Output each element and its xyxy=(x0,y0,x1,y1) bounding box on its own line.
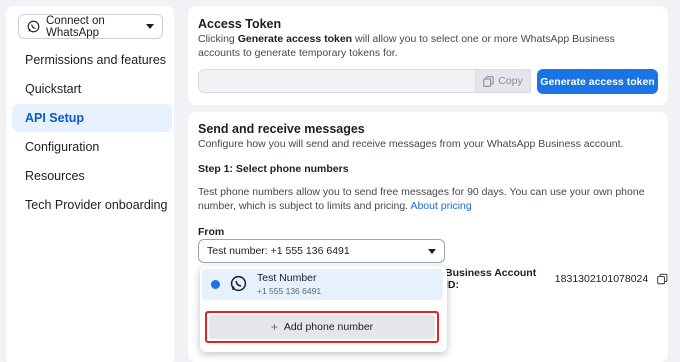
copy-icon xyxy=(483,75,494,87)
about-pricing-link[interactable]: About pricing xyxy=(410,200,471,212)
phone-option-number: +1 555 136 6491 xyxy=(257,286,322,296)
radio-selected-icon xyxy=(211,280,220,289)
business-account-id: Business Account ID: 1831302101078024 xyxy=(445,267,668,291)
copy-label: Copy xyxy=(498,75,523,87)
from-phone-select[interactable]: Test number: +1 555 136 6491 xyxy=(198,239,445,263)
whatsapp-icon xyxy=(230,275,247,292)
add-phone-number-button[interactable]: + Add phone number xyxy=(209,315,435,339)
sidebar-item-quickstart[interactable]: Quickstart xyxy=(12,75,172,103)
connect-whatsapp-select[interactable]: Connect on WhatsApp xyxy=(18,14,163,39)
access-token-description: Clicking Generate access token will allo… xyxy=(198,32,653,60)
sidebar-item-resources[interactable]: Resources xyxy=(12,162,172,190)
caret-down-icon xyxy=(146,24,154,29)
access-token-desc-bold: Generate access token xyxy=(237,33,353,45)
copy-button[interactable]: Copy xyxy=(475,69,531,93)
access-token-desc-prefix: Clicking xyxy=(198,33,238,45)
sidebar: Connect on WhatsApp Permissions and feat… xyxy=(6,6,174,362)
send-receive-description: Configure how you will send and receive … xyxy=(198,138,624,150)
generate-access-token-button[interactable]: Generate access token xyxy=(537,69,658,94)
business-account-id-value: 1831302101078024 xyxy=(554,273,649,285)
sidebar-item-tech-provider[interactable]: Tech Provider onboarding xyxy=(12,191,172,219)
from-phone-value: Test number: +1 555 136 6491 xyxy=(207,245,350,257)
phone-option-test-number[interactable]: Test Number +1 555 136 6491 xyxy=(202,269,443,300)
phone-dropdown-menu: Test Number +1 555 136 6491 + Add phone … xyxy=(200,266,447,352)
sidebar-item-permissions[interactable]: Permissions and features xyxy=(12,46,172,74)
add-phone-number-label: Add phone number xyxy=(283,321,374,333)
sidebar-item-api-setup[interactable]: API Setup xyxy=(12,104,172,132)
access-token-title: Access Token xyxy=(198,17,282,31)
phone-option-name: Test Number xyxy=(257,272,317,284)
whatsapp-icon xyxy=(27,20,40,33)
test-numbers-info: Test phone numbers allow you to send fre… xyxy=(198,185,663,213)
send-receive-card: Send and receive messages Configure how … xyxy=(188,112,668,362)
add-phone-number-highlight: + Add phone number xyxy=(205,311,439,343)
business-account-id-label: Business Account ID: xyxy=(445,267,537,291)
access-token-card: Access Token Clicking Generate access to… xyxy=(188,6,668,105)
connect-whatsapp-label: Connect on WhatsApp xyxy=(46,14,105,39)
copy-icon[interactable] xyxy=(657,273,668,285)
sidebar-nav: Permissions and features Quickstart API … xyxy=(12,46,172,220)
plus-icon: + xyxy=(270,320,278,334)
send-receive-title: Send and receive messages xyxy=(198,122,365,136)
sidebar-item-configuration[interactable]: Configuration xyxy=(12,133,172,161)
step-1-heading: Step 1: Select phone numbers xyxy=(198,163,349,175)
from-label: From xyxy=(198,226,225,238)
caret-down-icon xyxy=(428,248,436,254)
